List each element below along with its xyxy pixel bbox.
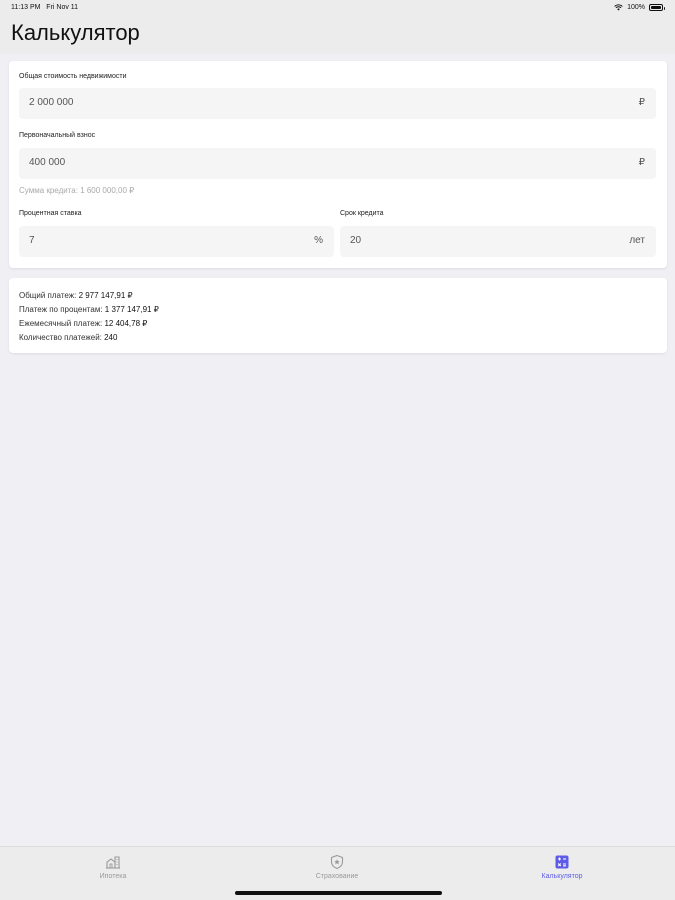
interest-payment-value: 1 377 147,91 ₽ [104, 305, 159, 314]
tab-insurance-label: Страхование [315, 873, 359, 880]
shield-icon [330, 854, 344, 870]
property-cost-input[interactable]: 2 000 000 ₽ [19, 88, 656, 119]
tab-mortgage[interactable]: Ипотека [53, 854, 173, 884]
loan-term-unit: лет [629, 235, 645, 246]
total-payment-value: 2 977 147,91 ₽ [78, 291, 133, 300]
battery-icon [649, 4, 665, 11]
interest-rate-input[interactable]: 7 % [19, 226, 334, 257]
home-indicator [235, 891, 442, 895]
tab-calculator[interactable]: Калькулятор [502, 854, 622, 884]
interest-rate-unit: % [314, 235, 323, 246]
down-payment-label: Первоначальный взнос [19, 132, 96, 139]
status-time: 11:13 PM [11, 4, 41, 11]
calculator-form-card: Общая стоимость недвижимости 2 000 000 ₽… [9, 61, 667, 268]
nav-header: Калькулятор [0, 16, 675, 54]
total-payment-row: Общий платеж: 2 977 147,91 ₽ [19, 291, 133, 300]
property-cost-label: Общая стоимость недвижимости [19, 73, 127, 80]
interest-rate-label: Процентная ставка [19, 210, 82, 217]
property-cost-unit: ₽ [638, 97, 645, 108]
monthly-payment-label: Ежемесячный платеж: [19, 319, 105, 328]
loan-term-value: 20 [350, 235, 362, 246]
payments-count-label: Количество платежей: [19, 333, 105, 342]
down-payment-input[interactable]: 400 000 ₽ [19, 148, 656, 179]
tab-calculator-label: Калькулятор [541, 873, 583, 880]
status-time-date: 11:13 PM Fri Nov 11 [11, 4, 78, 11]
interest-payment-label: Платеж по процентам: [19, 305, 105, 314]
status-indicators: 100% [614, 4, 665, 11]
monthly-payment-value: 12 404,78 ₽ [104, 319, 148, 328]
total-payment-label: Общий платеж: [19, 291, 79, 300]
payments-count-row: Количество платежей: 240 [19, 333, 117, 342]
tab-insurance[interactable]: Страхование [277, 854, 397, 884]
property-cost-value: 2 000 000 [29, 97, 74, 108]
results-card: Общий платеж: 2 977 147,91 ₽ Платеж по п… [9, 278, 667, 353]
interest-rate-value: 7 [29, 235, 35, 246]
down-payment-value: 400 000 [29, 157, 66, 168]
status-date: Fri Nov 11 [46, 4, 79, 11]
page-title: Калькулятор [11, 20, 140, 45]
battery-percent: 100% [627, 4, 645, 11]
loan-amount-text: Сумма кредита: 1 600 000,00 ₽ [19, 186, 135, 195]
interest-payment-row: Платеж по процентам: 1 377 147,91 ₽ [19, 305, 159, 314]
loan-term-label: Срок кредита [340, 210, 384, 217]
loan-term-input[interactable]: 20 лет [340, 226, 656, 257]
wifi-icon [614, 4, 623, 11]
down-payment-unit: ₽ [638, 157, 645, 168]
status-bar: 11:13 PM Fri Nov 11 100% [0, 0, 675, 16]
monthly-payment-row: Ежемесячный платеж: 12 404,78 ₽ [19, 319, 147, 328]
home-building-icon [106, 856, 120, 869]
tab-mortgage-label: Ипотека [99, 873, 127, 880]
calculator-icon [555, 855, 569, 869]
payments-count-value: 240 [104, 333, 118, 342]
